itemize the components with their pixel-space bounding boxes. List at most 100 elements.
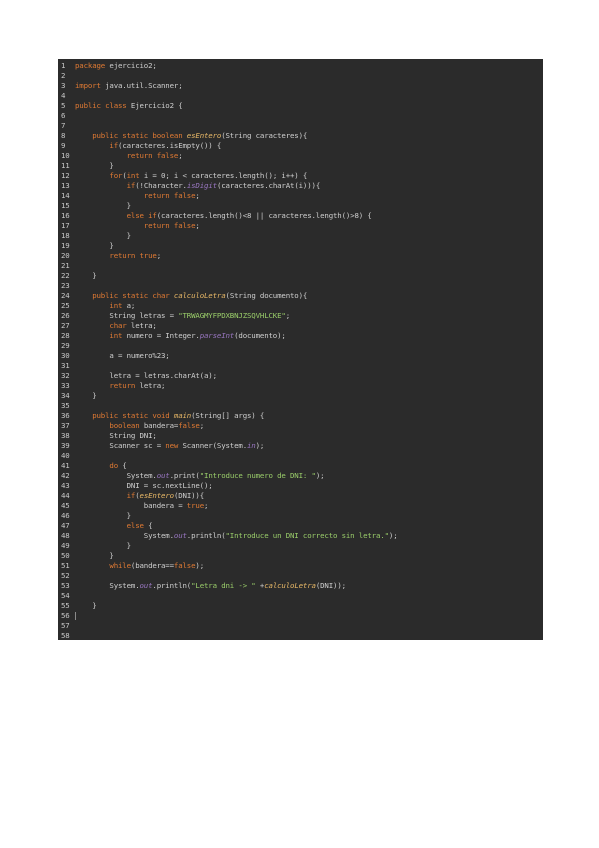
code-line: 27 char letra; [58, 321, 543, 331]
code-token: int [109, 301, 127, 310]
code-line: 2 [58, 71, 543, 81]
code-token: } [75, 551, 114, 560]
code-line: 37 boolean bandera=false; [58, 421, 543, 431]
line-number: 34 [61, 391, 70, 400]
line-number: 9 [61, 141, 66, 150]
code-text: letra = letras.charAt(a); [75, 371, 217, 381]
code-line: 13 if(!Character.isDigit(caracteres.char… [58, 181, 543, 191]
code-token: (String caracteres){ [221, 131, 308, 140]
code-line: 18 } [58, 231, 543, 241]
line-number: 26 [61, 311, 70, 320]
line-number: 6 [61, 111, 66, 120]
code-text: return false; [75, 151, 183, 161]
code-line: 47 else { [58, 521, 543, 531]
code-line: 5 public class Ejercicio2 { [58, 101, 543, 111]
code-token: (bandera== [130, 561, 174, 570]
line-number: 33 [61, 381, 70, 390]
code-token: out [139, 581, 153, 590]
code-text: } [75, 271, 97, 281]
code-token: for [109, 171, 123, 180]
code-token: bandera = [75, 501, 187, 510]
code-token: out [173, 531, 187, 540]
line-number: 54 [61, 591, 70, 600]
line-number: 3 [61, 81, 66, 90]
code-token: } [75, 511, 131, 520]
code-text: } [75, 391, 96, 401]
line-number: 52 [61, 571, 70, 580]
code-text: do { [75, 461, 126, 471]
line-number: 21 [61, 261, 70, 270]
code-token: ); [315, 471, 325, 480]
code-line: 21 [58, 261, 543, 271]
line-number: 45 [61, 501, 70, 510]
code-text: while(bandera==false); [75, 561, 204, 571]
code-line: 29 [58, 341, 543, 351]
code-token: esEntero [139, 491, 175, 500]
code-token: return false [126, 151, 179, 160]
code-text: public static char calculoLetra(String d… [75, 291, 307, 301]
code-token: do [109, 461, 123, 470]
code-line: 7 [58, 121, 543, 131]
code-line: 42 System.out.print("Introduce numero de… [58, 471, 543, 481]
line-number: 24 [61, 291, 70, 300]
code-line: 32 letra = letras.charAt(a); [58, 371, 543, 381]
code-token: letra; [130, 321, 157, 330]
code-line: 22 } [58, 271, 543, 281]
code-token: if [126, 181, 136, 190]
code-token: } [75, 541, 131, 550]
code-text: int numero = Integer.parseInt(documento)… [75, 331, 285, 341]
line-number: 50 [61, 551, 70, 560]
line-number: 32 [61, 371, 70, 380]
code-line: 9 if(caracteres.isEmpty()) { [58, 141, 543, 151]
code-line: 12 for(int i = 0; i < caracteres.length(… [58, 171, 543, 181]
line-number: 46 [61, 511, 70, 520]
code-token: ); [195, 561, 205, 570]
code-token: } [75, 271, 97, 280]
line-number: 41 [61, 461, 70, 470]
code-line: 16 else if(caracteres.length()<8 || cara… [58, 211, 543, 221]
code-token: "Letra dni -> " [191, 581, 256, 590]
code-token: "Introduce un DNI correcto sin letra." [225, 531, 390, 540]
code-token: .print( [169, 471, 200, 480]
line-number: 40 [61, 451, 70, 460]
code-line: 49 } [58, 541, 543, 551]
code-token: else if [126, 211, 157, 220]
code-text: Scanner sc = new Scanner(System.in); [75, 441, 264, 451]
line-number: 58 [61, 631, 70, 640]
line-number: 27 [61, 321, 70, 330]
line-number: 36 [61, 411, 70, 420]
line-number: 23 [61, 281, 70, 290]
code-token: public static char [92, 291, 174, 300]
code-token: new [165, 441, 183, 450]
code-editor[interactable]: 1 package ejercicio2; 2 3 import java.util.S… [58, 59, 543, 640]
code-token: isDigit [186, 181, 217, 190]
code-token: (String[] args) { [191, 411, 265, 420]
code-line: 48 System.out.println("Introduce un DNI … [58, 531, 543, 541]
line-number: 17 [61, 221, 70, 230]
code-line: 23 [58, 281, 543, 291]
code-token: (DNI)){ [173, 491, 205, 500]
code-line: 30 a = numero%23; [58, 351, 543, 361]
code-token: Scanner(System. [182, 441, 248, 450]
code-token: .println( [152, 581, 192, 590]
code-line: 52 [58, 571, 543, 581]
line-number: 12 [61, 171, 70, 180]
code-token: boolean [109, 421, 144, 430]
line-number: 7 [61, 121, 66, 130]
code-token: { [148, 521, 153, 530]
code-token: System. [75, 471, 157, 480]
code-line: 31 [58, 361, 543, 371]
code-line: 4 [58, 91, 543, 101]
code-line: 33 return letra; [58, 381, 543, 391]
code-token: Scanner sc = [75, 441, 166, 450]
code-token: ejercicio2; [109, 61, 157, 70]
code-token: + [255, 581, 265, 590]
code-token: return false [143, 221, 196, 230]
code-text: System.out.print("Introduce numero de DN… [75, 471, 325, 481]
code-token: public class [75, 101, 131, 110]
